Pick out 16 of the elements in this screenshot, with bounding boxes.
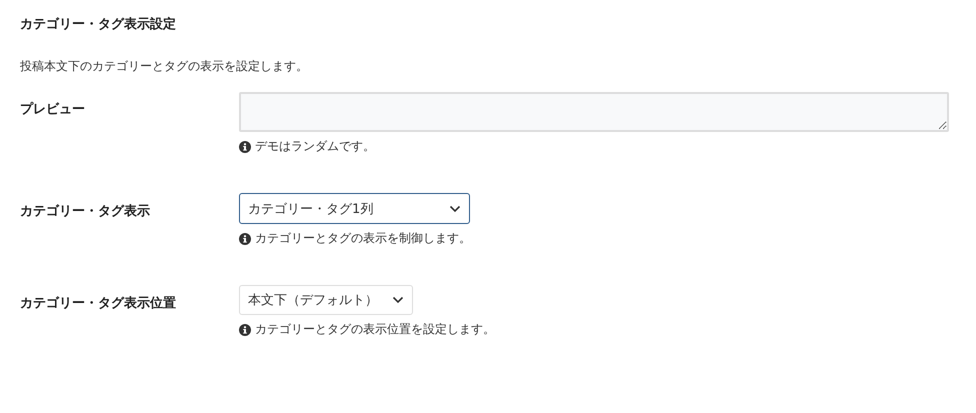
dropdown-select[interactable]: 本文下（デフォルト） xyxy=(239,285,413,315)
preview-textarea[interactable] xyxy=(239,92,949,132)
info-icon xyxy=(239,232,251,244)
info-icon xyxy=(239,140,251,152)
setting-label: プレビュー xyxy=(20,100,86,119)
hint-text: デモはランダムです。 xyxy=(255,138,375,155)
chevron-down-icon xyxy=(449,204,461,212)
setting-label: カテゴリー・タグ表示 xyxy=(20,203,151,221)
setting-label: カテゴリー・タグ表示位置 xyxy=(20,295,177,313)
section-description: 投稿本文下のカテゴリーとタグの表示を設定します。 xyxy=(20,58,309,74)
info-icon xyxy=(239,324,251,336)
hint-text: カテゴリーとタグの表示を制御します。 xyxy=(255,230,471,247)
section-title: カテゴリー・タグ表示設定 xyxy=(20,16,177,34)
hint-text: カテゴリーとタグの表示位置を設定します。 xyxy=(255,321,495,338)
chevron-down-icon xyxy=(392,296,404,304)
dropdown-select[interactable]: カテゴリー・タグ1列 xyxy=(239,193,470,224)
